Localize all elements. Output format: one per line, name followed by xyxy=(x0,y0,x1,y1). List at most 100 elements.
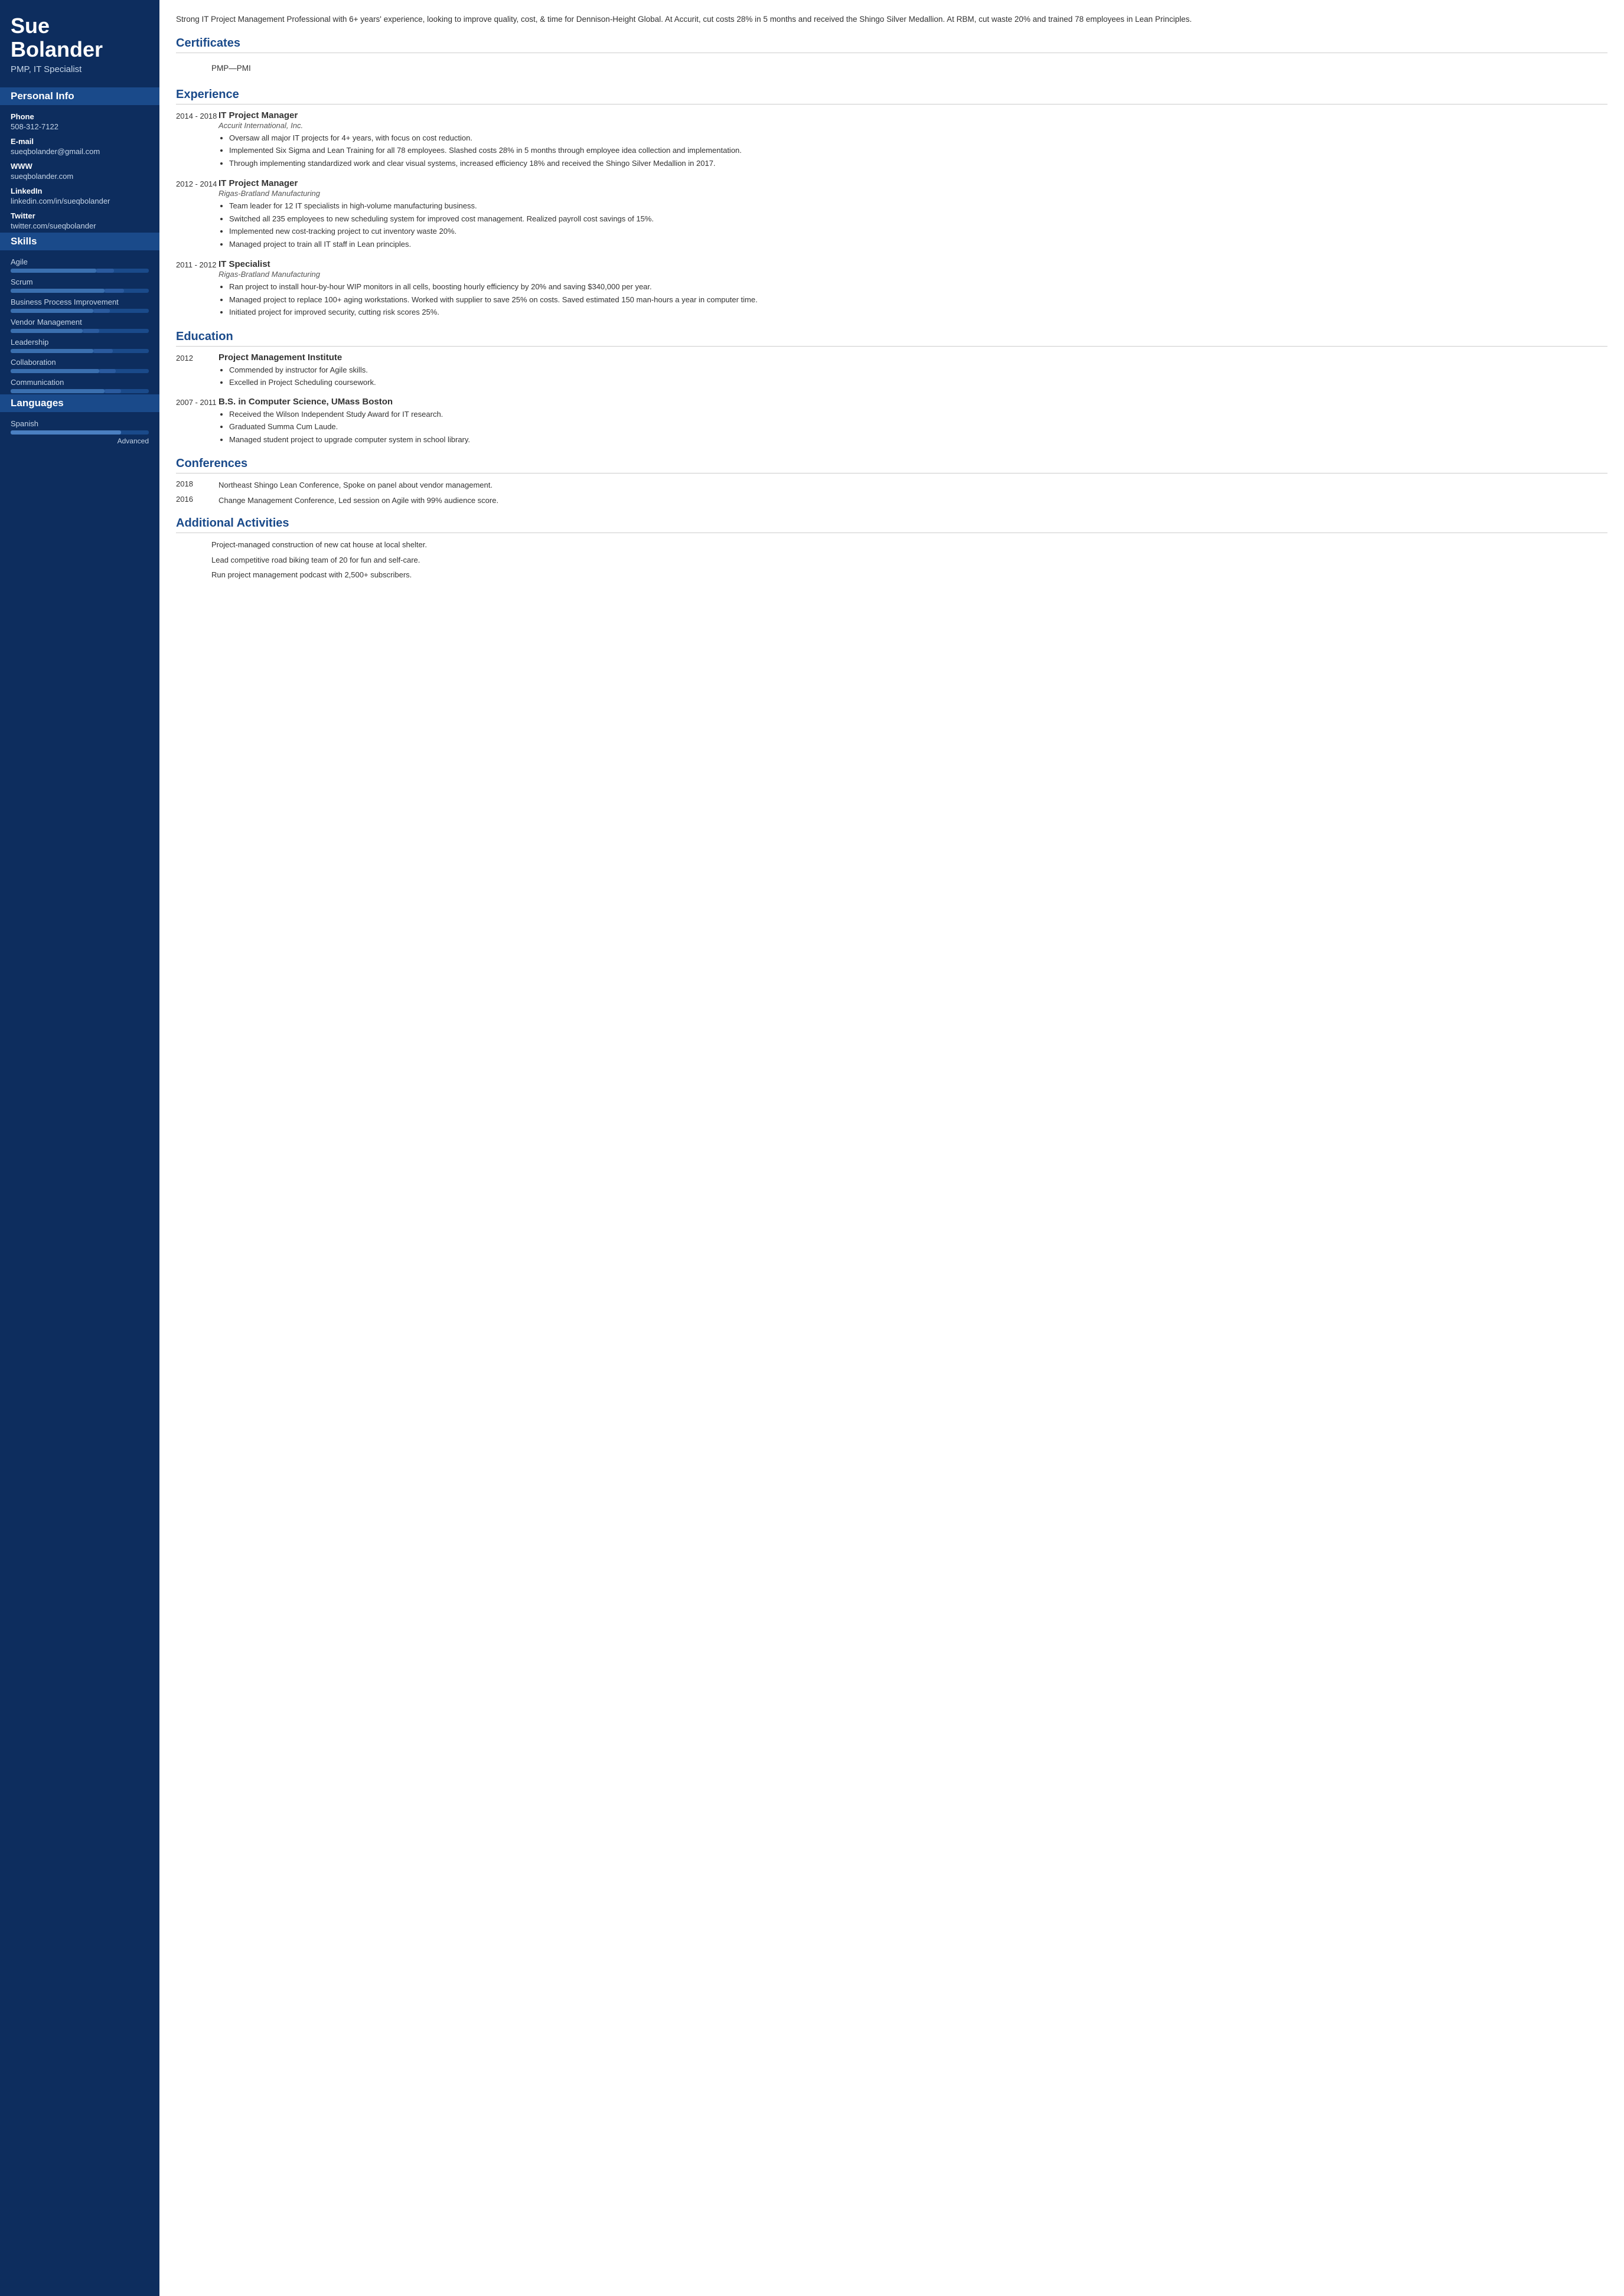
experience-bullet: Managed project to replace 100+ aging wo… xyxy=(229,294,1607,306)
skill-bar xyxy=(11,329,149,333)
experience-bullet: Implemented new cost-tracking project to… xyxy=(229,226,1607,237)
experience-list: 2014 - 2018IT Project ManagerAccurit Int… xyxy=(176,110,1607,319)
education-content: B.S. in Computer Science, UMass Boston Re… xyxy=(219,397,1607,447)
education-date: 2007 - 2011 xyxy=(176,397,219,447)
education-bullet: Received the Wilson Independent Study Aw… xyxy=(229,409,1607,420)
education-section: Education 2012Project Management Institu… xyxy=(176,330,1607,447)
experience-content: IT Project ManagerRigas-Bratland Manufac… xyxy=(219,178,1607,251)
job-title: IT Specialist xyxy=(219,259,1607,269)
twitter-label: Twitter xyxy=(11,211,149,220)
activities-list: Project-managed construction of new cat … xyxy=(176,539,1607,581)
languages-heading: Languages xyxy=(0,394,159,412)
summary-text: Strong IT Project Management Professiona… xyxy=(176,13,1607,26)
activity-item: Project-managed construction of new cat … xyxy=(176,539,1607,551)
experience-bullet: Team leader for 12 IT specialists in hig… xyxy=(229,200,1607,212)
skill-bar xyxy=(11,369,149,373)
phone-label: Phone xyxy=(11,112,149,121)
education-list: 2012Project Management Institute Commende… xyxy=(176,352,1607,447)
skill-name: Agile xyxy=(11,257,149,266)
experience-bullet: Initiated project for improved security,… xyxy=(229,306,1607,318)
personal-info-heading: Personal Info xyxy=(0,87,159,105)
certificates-section: Certificates PMP—PMI xyxy=(176,37,1607,77)
experience-heading: Experience xyxy=(176,88,1607,104)
skill-name: Vendor Management xyxy=(11,318,149,326)
conference-item: 2018Northeast Shingo Lean Conference, Sp… xyxy=(176,479,1607,491)
language-name: Spanish xyxy=(11,419,149,428)
experience-item: 2012 - 2014IT Project ManagerRigas-Bratl… xyxy=(176,178,1607,251)
linkedin-value: linkedin.com/in/sueqbolander xyxy=(11,197,149,205)
experience-bullet: Oversaw all major IT projects for 4+ yea… xyxy=(229,132,1607,144)
languages-list: Spanish Advanced xyxy=(11,419,149,445)
experience-section: Experience 2014 - 2018IT Project Manager… xyxy=(176,88,1607,319)
candidate-name: Sue Bolander xyxy=(11,14,149,61)
school-name: Project Management Institute xyxy=(219,352,1607,362)
conference-item: 2016Change Management Conference, Led se… xyxy=(176,495,1607,507)
activity-item: Run project management podcast with 2,50… xyxy=(176,569,1607,581)
language-level: Advanced xyxy=(11,437,149,445)
conference-description: Northeast Shingo Lean Conference, Spoke … xyxy=(219,479,1607,491)
experience-date: 2011 - 2012 xyxy=(176,259,219,319)
main-content: Strong IT Project Management Professiona… xyxy=(159,0,1624,2296)
skill-bar xyxy=(11,309,149,313)
education-bullets: Commended by instructor for Agile skills… xyxy=(219,364,1607,388)
skill-bar xyxy=(11,349,149,353)
conferences-list: 2018Northeast Shingo Lean Conference, Sp… xyxy=(176,479,1607,506)
skill-name: Communication xyxy=(11,378,149,387)
www-value: sueqbolander.com xyxy=(11,172,149,181)
education-bullets: Received the Wilson Independent Study Aw… xyxy=(219,409,1607,446)
experience-bullet: Ran project to install hour-by-hour WIP … xyxy=(229,281,1607,293)
certificate-value: PMP—PMI xyxy=(176,59,1607,77)
conference-description: Change Management Conference, Led sessio… xyxy=(219,495,1607,507)
skill-bar xyxy=(11,289,149,293)
skills-list: AgileScrumBusiness Process ImprovementVe… xyxy=(11,257,149,393)
experience-bullet: Managed project to train all IT staff in… xyxy=(229,239,1607,250)
education-heading: Education xyxy=(176,330,1607,347)
job-title: IT Project Manager xyxy=(219,110,1607,120)
sidebar: Sue Bolander PMP, IT Specialist Personal… xyxy=(0,0,159,2296)
education-content: Project Management Institute Commended by… xyxy=(219,352,1607,390)
email-label: E-mail xyxy=(11,137,149,146)
activities-section: Additional Activities Project-managed co… xyxy=(176,517,1607,581)
company-name: Rigas-Bratland Manufacturing xyxy=(219,270,1607,279)
company-name: Accurit International, Inc. xyxy=(219,121,1607,130)
experience-bullets: Team leader for 12 IT specialists in hig… xyxy=(219,200,1607,250)
experience-item: 2011 - 2012IT SpecialistRigas-Bratland M… xyxy=(176,259,1607,319)
experience-bullets: Oversaw all major IT projects for 4+ yea… xyxy=(219,132,1607,169)
experience-bullets: Ran project to install hour-by-hour WIP … xyxy=(219,281,1607,318)
skill-name: Business Process Improvement xyxy=(11,298,149,306)
experience-bullet: Switched all 235 employees to new schedu… xyxy=(229,213,1607,225)
activities-heading: Additional Activities xyxy=(176,517,1607,533)
experience-content: IT Project ManagerAccurit International,… xyxy=(219,110,1607,171)
language-bar xyxy=(11,430,149,435)
experience-bullet: Through implementing standardized work a… xyxy=(229,158,1607,169)
email-value: sueqbolander@gmail.com xyxy=(11,147,149,156)
school-name: B.S. in Computer Science, UMass Boston xyxy=(219,397,1607,407)
education-bullet: Commended by instructor for Agile skills… xyxy=(229,364,1607,376)
phone-value: 508-312-7122 xyxy=(11,122,149,131)
company-name: Rigas-Bratland Manufacturing xyxy=(219,189,1607,198)
conference-date: 2018 xyxy=(176,479,219,491)
certificates-heading: Certificates xyxy=(176,37,1607,53)
education-item: 2007 - 2011B.S. in Computer Science, UMa… xyxy=(176,397,1607,447)
experience-content: IT SpecialistRigas-Bratland Manufacturin… xyxy=(219,259,1607,319)
skill-bar xyxy=(11,269,149,273)
candidate-title: PMP, IT Specialist xyxy=(11,64,149,74)
skill-bar xyxy=(11,389,149,393)
conferences-heading: Conferences xyxy=(176,457,1607,473)
experience-item: 2014 - 2018IT Project ManagerAccurit Int… xyxy=(176,110,1607,171)
education-bullet: Excelled in Project Scheduling coursewor… xyxy=(229,377,1607,388)
conferences-section: Conferences 2018Northeast Shingo Lean Co… xyxy=(176,457,1607,506)
conference-date: 2016 xyxy=(176,495,219,507)
education-bullet: Managed student project to upgrade compu… xyxy=(229,434,1607,446)
education-item: 2012Project Management Institute Commende… xyxy=(176,352,1607,390)
experience-date: 2012 - 2014 xyxy=(176,178,219,251)
job-title: IT Project Manager xyxy=(219,178,1607,188)
twitter-value: twitter.com/sueqbolander xyxy=(11,221,149,230)
education-date: 2012 xyxy=(176,352,219,390)
skill-name: Collaboration xyxy=(11,358,149,367)
activity-item: Lead competitive road biking team of 20 … xyxy=(176,554,1607,566)
experience-bullet: Implemented Six Sigma and Lean Training … xyxy=(229,145,1607,156)
education-bullet: Graduated Summa Cum Laude. xyxy=(229,421,1607,433)
experience-date: 2014 - 2018 xyxy=(176,110,219,171)
skills-heading: Skills xyxy=(0,233,159,250)
